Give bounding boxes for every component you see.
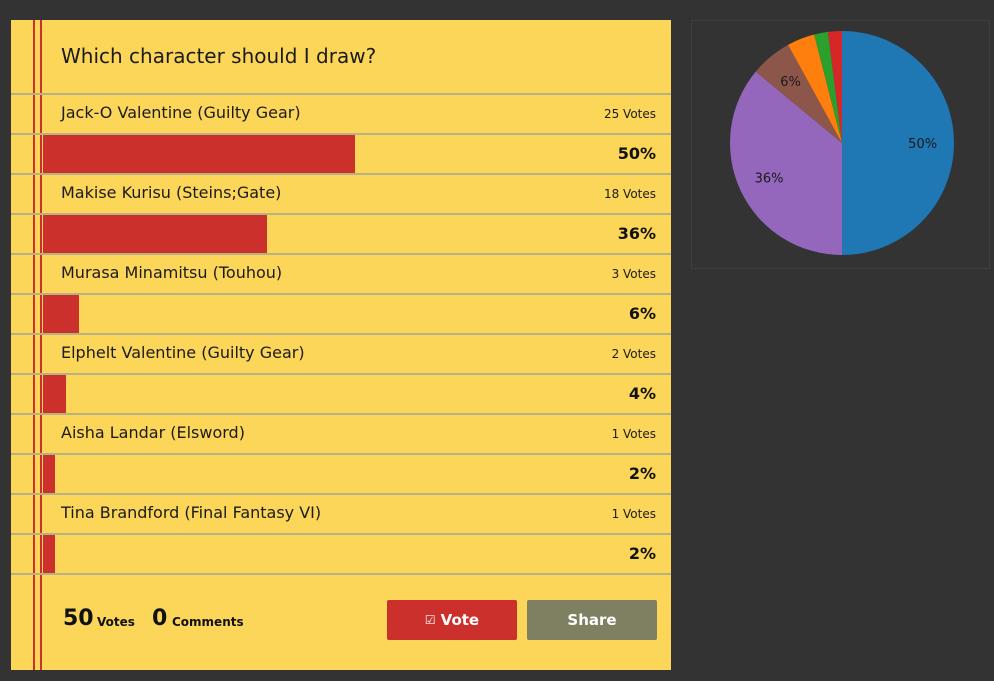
row-divider [11,533,671,535]
option-vote-count: 3 Votes [611,267,656,281]
pie-slice-label-0: 50% [908,137,937,152]
option-label[interactable]: Elphelt Valentine (Guilty Gear) [61,343,305,362]
row-divider [11,173,671,175]
poll-question: Which character should I draw? [61,44,377,68]
option-vote-count: 18 Votes [603,187,656,201]
total-comments-label[interactable]: Comments [172,615,244,629]
vote-button-label: Vote [440,611,480,629]
option-label[interactable]: Jack-O Valentine (Guilty Gear) [61,103,301,122]
option-percentage: 4% [628,384,656,403]
pie-slice-label-2: 6% [780,75,801,90]
pie-chart-svg: 50% 36% 6% [730,31,954,255]
row-divider [11,93,671,95]
option-vote-count: 1 Votes [611,427,656,441]
option-label[interactable]: Makise Kurisu (Steins;Gate) [61,183,281,202]
row-divider [11,573,671,575]
option-label[interactable]: Aisha Landar (Elsword) [61,423,245,442]
option-result-bar [43,215,267,253]
option-result-bar [43,535,55,573]
total-votes-label: Votes [97,615,135,629]
option-result-bar [43,135,355,173]
option-result-bar [43,375,66,413]
total-comments-count: 0 [152,606,168,631]
option-label[interactable]: Murasa Minamitsu (Touhou) [61,263,282,282]
check-square-icon: ☑ [424,613,436,627]
row-divider [11,253,671,255]
poll-card: Which character should I draw? Jack-O Va… [11,20,671,670]
option-percentage: 2% [628,464,656,483]
pie-slice-0 [842,31,954,255]
total-votes-count: 50 [63,606,94,631]
option-percentage: 6% [628,304,656,323]
option-vote-count: 1 Votes [611,507,656,521]
share-button[interactable]: Share [527,600,657,640]
row-divider [11,333,671,335]
option-percentage: 36% [617,224,656,243]
pie-slice-label-1: 36% [755,171,784,186]
option-vote-count: 2 Votes [611,347,656,361]
row-divider [11,413,671,415]
option-result-bar [43,455,55,493]
share-button-label: Share [567,611,617,629]
option-result-bar [43,295,79,333]
row-divider [11,373,671,375]
row-divider [11,453,671,455]
option-label[interactable]: Tina Brandford (Final Fantasy VI) [61,503,321,522]
row-divider [11,493,671,495]
option-vote-count: 25 Votes [603,107,656,121]
option-percentage: 2% [628,544,656,563]
row-divider [11,293,671,295]
vote-button[interactable]: ☑ Vote [387,600,517,640]
option-percentage: 50% [617,144,656,163]
results-pie-chart: 50% 36% 6% [691,20,990,269]
